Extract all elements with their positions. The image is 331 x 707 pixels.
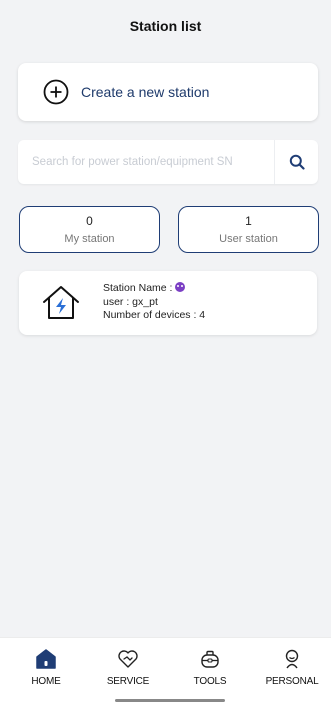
- search-input[interactable]: [18, 140, 274, 184]
- heart-handshake-icon: [117, 648, 139, 670]
- person-icon: [281, 648, 303, 670]
- station-list-item[interactable]: Station Name : user : gx_pt Number of de…: [19, 271, 317, 335]
- nav-home-label: HOME: [31, 676, 61, 687]
- nav-service-label: SERVICE: [106, 676, 150, 687]
- my-station-count: 0: [86, 213, 93, 228]
- home-icon: [35, 648, 57, 670]
- station-name-label: Station Name :: [103, 282, 173, 294]
- search-icon: [289, 154, 305, 170]
- my-station-label: My station: [64, 232, 115, 245]
- bottom-nav: HOME SERVICE TOOLS PERSONAL: [0, 637, 331, 707]
- toolbox-icon: [199, 648, 221, 670]
- search-bar: [18, 140, 318, 184]
- nav-tools[interactable]: TOOLS: [175, 648, 245, 687]
- tab-user-station[interactable]: 1 User station: [178, 206, 319, 253]
- page-title: Station list: [129, 18, 202, 34]
- house-bolt-icon: [41, 283, 81, 323]
- station-user: user : gx_pt: [103, 295, 158, 308]
- home-indicator: [115, 699, 225, 702]
- station-device-count: Number of devices : 4: [103, 309, 206, 321]
- app-root: Station list Create a new station 0 My s…: [0, 0, 331, 707]
- nav-personal-label: PERSONAL: [265, 676, 319, 687]
- nav-personal[interactable]: PERSONAL: [257, 648, 327, 687]
- user-station-count: 1: [245, 213, 252, 228]
- create-station-label: Create a new station: [81, 84, 210, 100]
- station-info: Station Name : user : gx_pt Number of de…: [103, 282, 205, 323]
- smiling-devil-emoji-icon: [175, 282, 186, 292]
- tab-my-station[interactable]: 0 My station: [19, 206, 160, 253]
- circle-plus-icon: [43, 79, 69, 105]
- nav-service[interactable]: SERVICE: [93, 648, 163, 687]
- nav-tools-label: TOOLS: [193, 676, 227, 687]
- nav-home[interactable]: HOME: [11, 648, 81, 687]
- search-button[interactable]: [274, 140, 318, 184]
- create-station-button[interactable]: Create a new station: [18, 63, 318, 121]
- user-station-label: User station: [219, 232, 278, 245]
- header-bar: Station list: [0, 0, 331, 52]
